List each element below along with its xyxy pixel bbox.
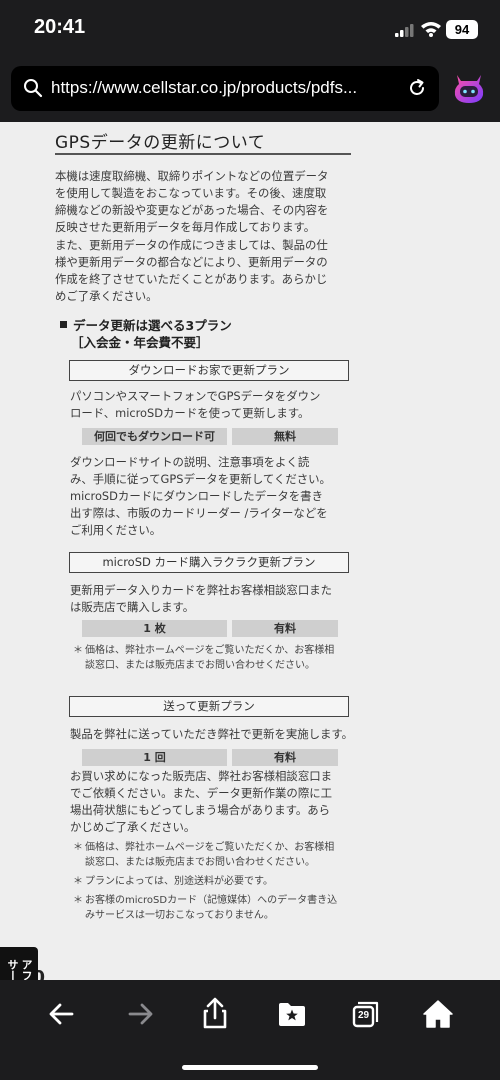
plan2-description: 更新用データ入りカードを弊社お客様相談窓口また は販売店で購入します。 <box>70 583 332 614</box>
page-title: GPSデータの更新について <box>55 133 266 153</box>
url-text[interactable]: https://www.cellstar.co.jp/products/pdfs… <box>51 78 357 98</box>
signal-icon <box>395 24 414 37</box>
tabs-count: 29 <box>357 1010 370 1021</box>
wifi-icon <box>421 22 441 37</box>
bookmarks-icon[interactable] <box>272 994 312 1034</box>
pdf-viewport[interactable]: GPSデータの更新について 本機は速度取締機、取締りポイントなどの位置データ を… <box>0 122 500 980</box>
plans-heading: データ更新は選べる3プラン ［入会金・年会費不要］ <box>60 317 232 351</box>
plan2-note: ＊ 価格は、弊社ホームページをご覧いただくか、お客様相 談窓口、または販売店まで… <box>73 645 335 671</box>
battery-indicator: 94 <box>446 20 478 39</box>
plan3-title-box: 送って更新プラン <box>69 696 349 717</box>
plan3-details: お買い求めになった販売店、弊社お客様相談窓口ま でご依頼ください。また、データ更… <box>70 769 332 834</box>
plan2-price-row: 1 枚 有料 <box>82 620 338 637</box>
plan3-price-row: 1 回 有料 <box>82 749 338 766</box>
forward-icon[interactable] <box>120 994 160 1034</box>
status-time: 20:41 <box>34 16 86 38</box>
plan1-title-box: ダウンロードお家で更新プラン <box>69 360 349 381</box>
home-icon[interactable] <box>418 994 458 1034</box>
plan2-title-box: microSD カード購入ラクラク更新プラン <box>69 552 349 573</box>
plan1-price-row: 何回でもダウンロード可 無料 <box>82 428 338 445</box>
status-bar: 20:41 94 <box>0 0 500 58</box>
plan1-description: パソコンやスマートフォンでGPSデータをダウン ロード、microSDカードを使… <box>70 389 321 420</box>
home-indicator[interactable] <box>182 1065 318 1070</box>
extension-mascot-icon[interactable] <box>451 68 487 106</box>
back-icon[interactable] <box>42 994 82 1034</box>
plan3-note-shipping: ＊ プランによっては、別途送料が必要です。 <box>73 876 273 887</box>
search-icon <box>24 79 43 98</box>
intro-paragraph: 本機は速度取締機、取締りポイントなどの位置データ を使用して製造をおこなっていま… <box>55 169 329 234</box>
address-bar[interactable]: https://www.cellstar.co.jp/products/pdfs… <box>11 66 439 111</box>
plan3-note-price: ＊ 価格は、弊社ホームページをご覧いただくか、お客様相 談窓口、または販売店まで… <box>73 842 335 868</box>
after-service-tab: アフター サービス <box>0 947 38 980</box>
share-icon[interactable] <box>195 994 235 1034</box>
plan1-details: ダウンロードサイトの説明、注意事項をよく読 み、手順に従ってGPSデータを更新し… <box>70 455 331 537</box>
plan3-description: 製品を弊社に送っていただき弊社で更新を実施します。 <box>70 727 354 741</box>
reload-icon[interactable] <box>407 78 427 98</box>
bullet-square-icon <box>60 321 67 328</box>
notice-paragraph: また、更新用データの作成につきましては、製品の仕 様や更新用データの都合などによ… <box>55 238 328 303</box>
title-divider <box>55 153 351 155</box>
plan3-note-writing: ＊ お客様のmicroSDカード（記憶媒体）へのデータ書き込 みサービスは一切お… <box>73 895 338 921</box>
tabs-icon[interactable]: 29 <box>346 994 386 1034</box>
